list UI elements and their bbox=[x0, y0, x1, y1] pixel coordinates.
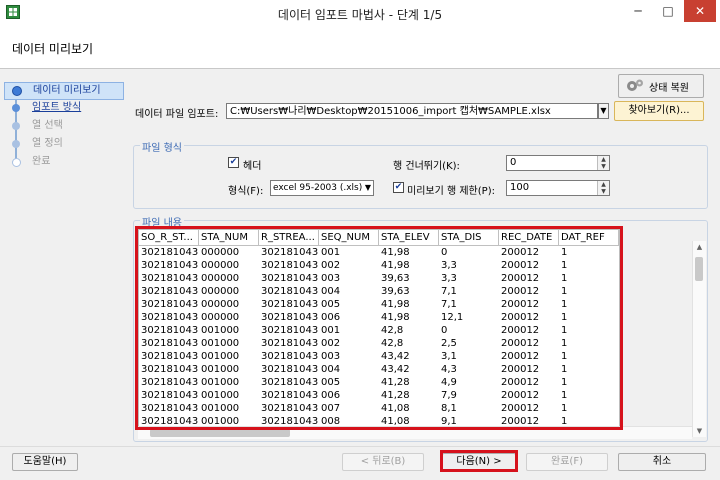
scroll-up-icon[interactable]: ▲ bbox=[693, 241, 706, 253]
step-label: 완료 bbox=[32, 156, 51, 167]
step-column-select: 열 선택 bbox=[4, 118, 122, 134]
format-select-value: excel 95-2003 (.xls) bbox=[273, 183, 363, 193]
restore-state-button[interactable]: 상태 복원 bbox=[618, 74, 704, 98]
chevron-down-icon: ▼ bbox=[364, 183, 371, 192]
step-data-preview[interactable]: 데이터 미리보기 bbox=[4, 82, 124, 100]
import-wizard-window: 데이터 임포트 마법사 - 단계 1/5 ─ □ ✕ 데이터 미리보기 데이터 … bbox=[0, 0, 720, 480]
step-marker-icon bbox=[12, 104, 20, 112]
step-label: 임포트 방식 bbox=[32, 102, 82, 113]
vertical-scrollbar[interactable]: ▲ ▼ bbox=[692, 241, 706, 437]
minimize-button[interactable]: ─ bbox=[624, 0, 652, 22]
finish-button[interactable]: 완료(F) bbox=[526, 453, 608, 471]
skip-rows-stepper[interactable]: 0 ▲ ▼ bbox=[506, 155, 610, 171]
scroll-down-icon[interactable]: ▼ bbox=[693, 425, 706, 437]
skip-rows-label: 행 건너뛰기(K): bbox=[393, 161, 460, 172]
step-label: 데이터 미리보기 bbox=[33, 85, 101, 96]
page-title: 데이터 미리보기 bbox=[12, 42, 94, 56]
skip-rows-spin-buttons[interactable]: ▲ ▼ bbox=[597, 156, 609, 170]
step-label: 열 정의 bbox=[32, 138, 63, 149]
horizontal-scroll-thumb[interactable] bbox=[150, 429, 290, 437]
format-select[interactable]: excel 95-2003 (.xls) ▼ bbox=[270, 180, 374, 196]
file-path-input[interactable]: C:₩Users₩나리₩Desktop₩20151006_import 캡처₩S… bbox=[226, 103, 598, 119]
preview-limit-label: 미리보기 행 제한(P): bbox=[407, 186, 495, 197]
vertical-scroll-thumb[interactable] bbox=[695, 257, 703, 281]
format-label: 형식(F): bbox=[228, 186, 264, 197]
step-label: 열 선택 bbox=[32, 120, 63, 131]
help-button[interactable]: 도움말(H) bbox=[12, 453, 78, 471]
preview-limit-stepper[interactable]: 100 ▲ ▼ bbox=[506, 180, 610, 196]
gears-icon bbox=[627, 79, 643, 91]
footer-divider bbox=[0, 446, 720, 447]
cancel-button[interactable]: 취소 bbox=[618, 453, 706, 471]
header-checkbox-label: 헤더 bbox=[243, 161, 262, 172]
file-path-label: 데이터 파일 임포트: bbox=[135, 109, 219, 120]
spin-down-icon[interactable]: ▼ bbox=[598, 163, 609, 170]
spin-up-icon[interactable]: ▲ bbox=[598, 156, 609, 163]
file-format-group: 파일 형식 bbox=[133, 139, 708, 209]
file-path-dropdown-arrow[interactable]: ▼ bbox=[598, 103, 609, 119]
step-end-icon bbox=[12, 158, 21, 167]
step-marker-icon bbox=[12, 140, 20, 148]
next-button-highlight-frame bbox=[440, 450, 518, 472]
wizard-steps-nav: 데이터 미리보기 임포트 방식 열 선택 열 정의 완료 bbox=[4, 78, 124, 448]
close-button[interactable]: ✕ bbox=[684, 0, 716, 22]
back-button[interactable]: < 뒤로(B) bbox=[342, 453, 424, 471]
header-checkbox[interactable]: ✔ bbox=[228, 157, 239, 168]
table-highlight-frame bbox=[135, 226, 623, 430]
spin-down-icon[interactable]: ▼ bbox=[598, 188, 609, 195]
preview-limit-checkbox[interactable]: ✔ bbox=[393, 182, 404, 193]
title-bar: 데이터 임포트 마법사 - 단계 1/5 ─ □ ✕ bbox=[0, 0, 720, 26]
step-marker-icon bbox=[12, 122, 20, 130]
step-column-define: 열 정의 bbox=[4, 136, 122, 152]
step-finish: 완료 bbox=[4, 154, 122, 170]
wizard-header: 데이터 미리보기 bbox=[0, 26, 720, 69]
maximize-button[interactable]: □ bbox=[654, 0, 682, 22]
skip-rows-value: 0 bbox=[510, 157, 517, 168]
restore-state-label: 상태 복원 bbox=[649, 83, 689, 94]
preview-limit-spin-buttons[interactable]: ▲ ▼ bbox=[597, 181, 609, 195]
step-active-icon bbox=[12, 86, 22, 96]
preview-limit-value: 100 bbox=[510, 182, 530, 193]
browse-button[interactable]: 찾아보기(R)... bbox=[614, 101, 704, 121]
spin-up-icon[interactable]: ▲ bbox=[598, 181, 609, 188]
window-title: 데이터 임포트 마법사 - 단계 1/5 bbox=[277, 8, 443, 22]
step-import-method[interactable]: 임포트 방식 bbox=[4, 100, 122, 116]
file-format-group-title: 파일 형식 bbox=[140, 139, 184, 154]
